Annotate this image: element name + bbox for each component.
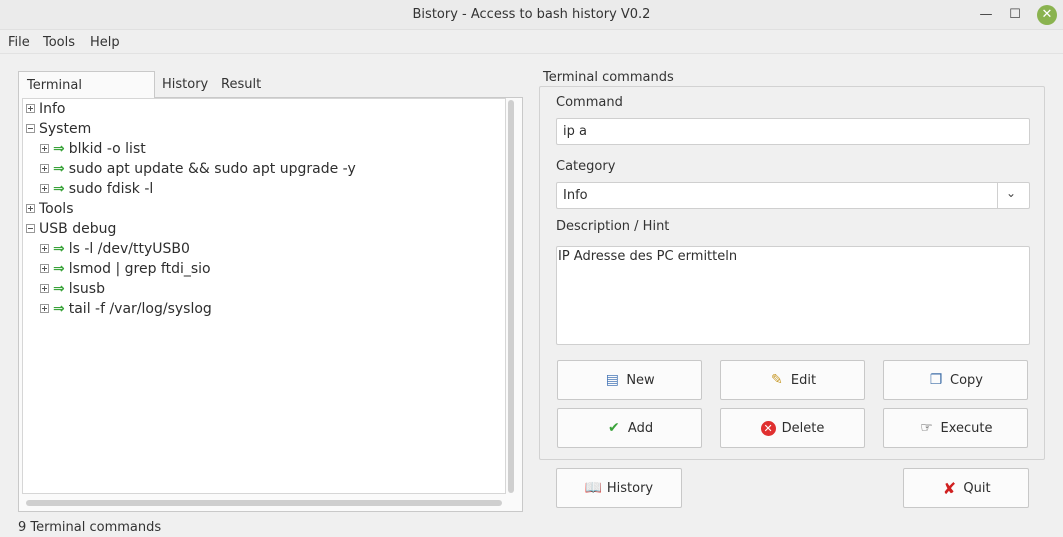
expand-icon[interactable]: [40, 243, 49, 253]
tree-category-system[interactable]: System: [26, 119, 91, 139]
expand-icon[interactable]: [40, 303, 49, 313]
tree-item[interactable]: ⇒ sudo apt update && sudo apt upgrade -y: [40, 159, 356, 179]
category-select[interactable]: Info: [556, 182, 1030, 209]
execute-button[interactable]: ☞ Execute: [883, 408, 1028, 448]
minimize-button[interactable]: —: [977, 6, 995, 24]
tree-item-label: ls -l /dev/ttyUSB0: [68, 241, 190, 257]
tab-terminal-commands[interactable]: Terminal commands: [18, 71, 155, 120]
new-button[interactable]: ▤ New: [557, 360, 702, 400]
menu-bar: File Tools Help: [0, 30, 1063, 54]
quit-button[interactable]: ✘ Quit: [903, 468, 1029, 508]
right-arrow-icon: ⇒: [53, 241, 65, 257]
new-document-icon: ▤: [605, 372, 619, 388]
history-button-label: History: [606, 480, 654, 496]
copy-icon: ❐: [929, 372, 943, 388]
window-title: Bistory - Access to bash history V0.2: [412, 7, 651, 22]
quit-button-label: Quit: [963, 480, 991, 496]
tree-item-label: sudo apt update && sudo apt upgrade -y: [68, 161, 356, 177]
category-label: Category: [556, 159, 616, 174]
command-input[interactable]: ip a: [556, 118, 1030, 145]
tree-item-label: blkid -o list: [68, 141, 146, 157]
tree-item-label: lsusb: [68, 281, 105, 297]
tree-item[interactable]: ⇒ sudo fdisk -l: [40, 179, 153, 199]
tree-item[interactable]: ⇒ lsusb: [40, 279, 105, 299]
delete-icon: ✕: [760, 420, 776, 436]
add-button[interactable]: ✔ Add: [557, 408, 702, 448]
tree-item[interactable]: ⇒ lsmod | grep ftdi_sio: [40, 259, 211, 279]
tree-category-info[interactable]: Info: [26, 99, 66, 119]
chevron-down-icon[interactable]: ⌄: [1006, 186, 1016, 200]
expand-icon[interactable]: [40, 163, 49, 173]
add-button-label: Add: [627, 420, 654, 436]
edit-button[interactable]: ✎ Edit: [720, 360, 865, 400]
vertical-scrollbar[interactable]: [508, 100, 514, 493]
maximize-button[interactable]: ☐: [1006, 6, 1024, 24]
quit-x-icon: ✘: [942, 478, 957, 498]
tab-result[interactable]: Result: [213, 71, 269, 98]
tree-category-label: System: [39, 121, 92, 137]
right-arrow-icon: ⇒: [53, 301, 65, 317]
menu-file[interactable]: File: [8, 35, 30, 50]
tree-category-tools[interactable]: Tools: [26, 199, 74, 219]
collapse-icon[interactable]: [26, 223, 35, 233]
book-icon: 📖: [584, 480, 603, 496]
tab-history[interactable]: History: [154, 71, 216, 98]
edit-button-label: Edit: [790, 372, 817, 388]
right-arrow-icon: ⇒: [53, 281, 65, 297]
checkmark-icon: ✔: [608, 420, 620, 436]
tree-item[interactable]: ⇒ tail -f /var/log/syslog: [40, 299, 212, 319]
expand-icon[interactable]: [26, 203, 35, 213]
tree-item-label: sudo fdisk -l: [68, 181, 154, 197]
right-arrow-icon: ⇒: [53, 161, 65, 177]
menu-help[interactable]: Help: [90, 35, 120, 50]
tree-item[interactable]: ⇒ blkid -o list: [40, 139, 146, 159]
description-textarea[interactable]: IP Adresse des PC ermitteln: [556, 246, 1030, 345]
copy-button-label: Copy: [950, 372, 983, 388]
tree-category-label: Tools: [39, 201, 74, 217]
tree-item[interactable]: ⇒ ls -l /dev/ttyUSB0: [40, 239, 190, 259]
title-bar: Bistory - Access to bash history V0.2 — …: [0, 0, 1063, 30]
tree-item-label: tail -f /var/log/syslog: [68, 301, 212, 317]
tree-category-usb-debug[interactable]: USB debug: [26, 219, 116, 239]
tree-item-label: lsmod | grep ftdi_sio: [68, 261, 211, 277]
delete-button-label: Delete: [781, 420, 825, 436]
expand-icon[interactable]: [40, 283, 49, 293]
group-title: Terminal commands: [543, 70, 676, 85]
tree-category-label: USB debug: [39, 221, 117, 237]
horizontal-scrollbar[interactable]: [26, 500, 502, 506]
copy-button[interactable]: ❐ Copy: [883, 360, 1028, 400]
right-arrow-icon: ⇒: [53, 141, 65, 157]
edit-icon: ✎: [771, 372, 783, 388]
category-select-divider: [997, 183, 998, 208]
status-bar: 9 Terminal commands: [18, 520, 162, 535]
execute-icon: ☞: [920, 420, 933, 436]
command-label: Command: [556, 95, 623, 110]
right-arrow-icon: ⇒: [53, 261, 65, 277]
history-button[interactable]: 📖 History: [556, 468, 682, 508]
description-label: Description / Hint: [556, 219, 670, 234]
new-button-label: New: [626, 372, 655, 388]
expand-icon[interactable]: [40, 183, 49, 193]
tree-category-label: Info: [39, 101, 66, 117]
expand-icon[interactable]: [40, 143, 49, 153]
menu-tools[interactable]: Tools: [43, 35, 75, 50]
execute-button-label: Execute: [940, 420, 993, 436]
expand-icon[interactable]: [40, 263, 49, 273]
delete-button[interactable]: ✕ Delete: [720, 408, 865, 448]
collapse-icon[interactable]: [26, 123, 35, 133]
expand-icon[interactable]: [26, 103, 35, 113]
close-button[interactable]: ✕: [1037, 5, 1057, 25]
right-arrow-icon: ⇒: [53, 181, 65, 197]
